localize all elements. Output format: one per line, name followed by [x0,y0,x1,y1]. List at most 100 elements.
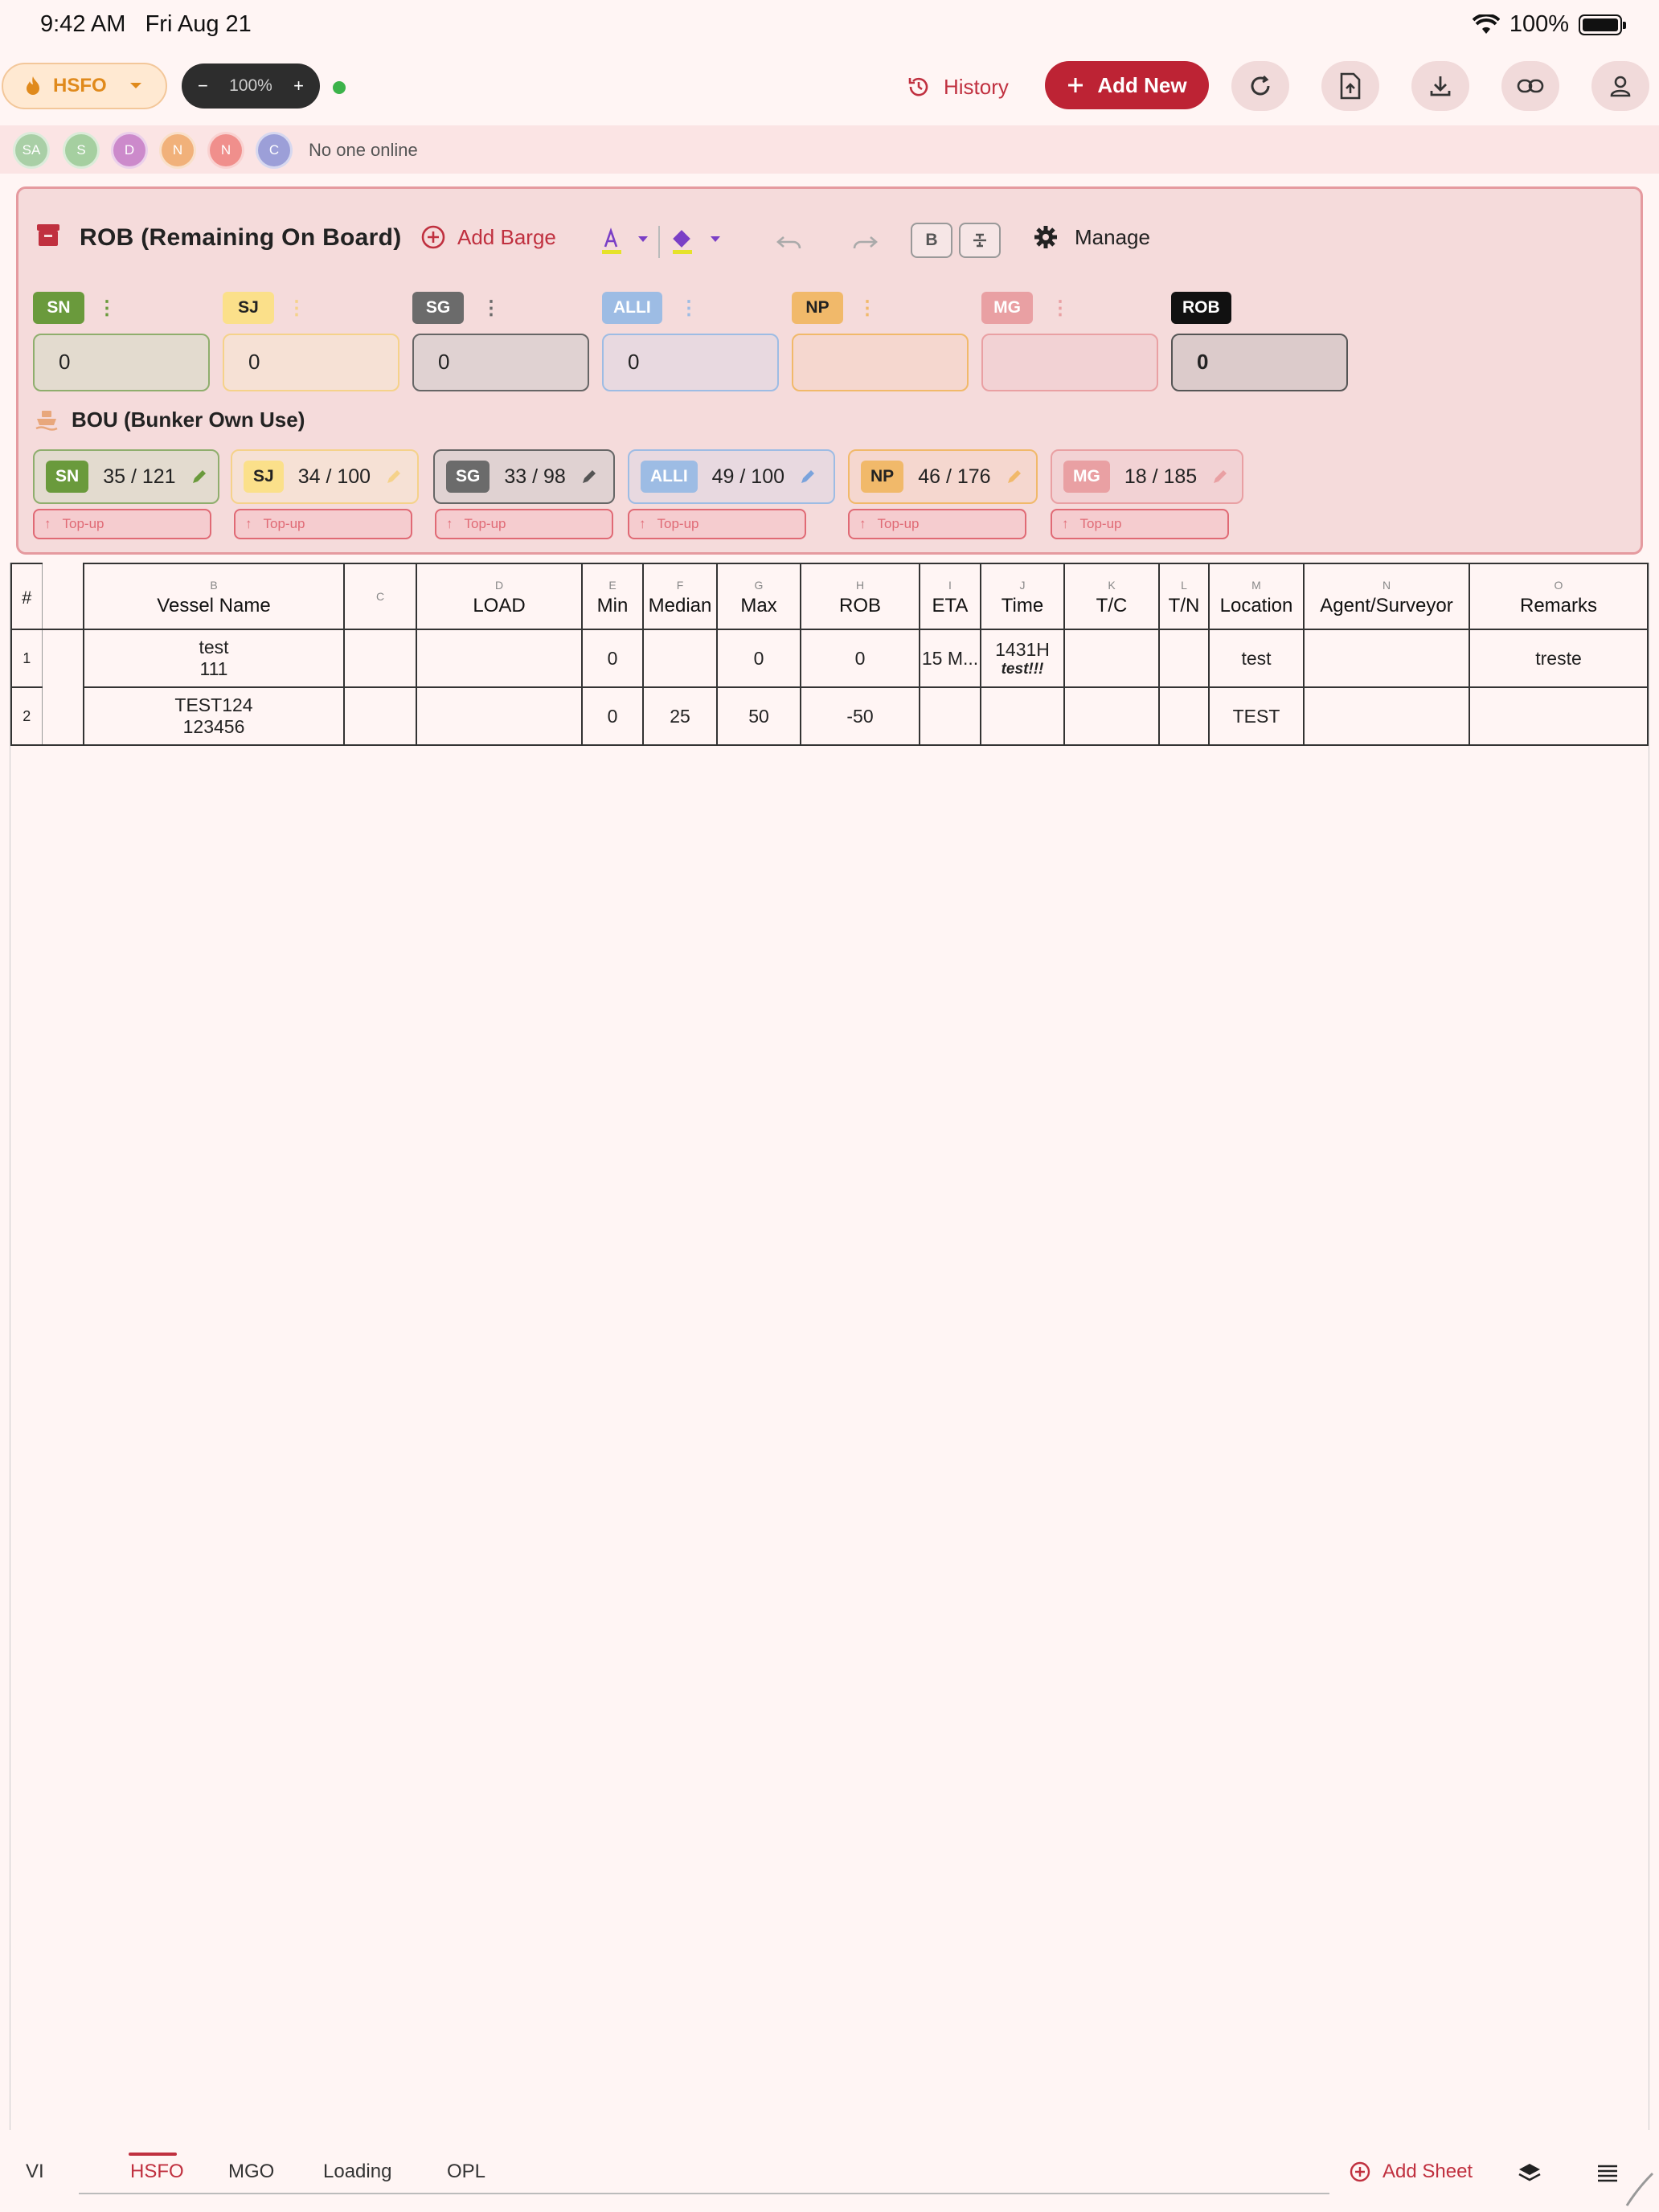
cell-time[interactable]: 1431H test!!! [980,629,1065,688]
add-barge-button[interactable]: Add Barge [420,224,556,250]
column-header-load[interactable]: D LOAD [416,563,583,630]
more-options-icon[interactable]: ⋮ [287,297,306,320]
download-button[interactable] [1411,61,1469,111]
cell-vessel-name[interactable]: test 111 [83,629,345,688]
cell-location[interactable]: test [1208,629,1305,688]
column-header-max[interactable]: G Max [716,563,801,630]
row-number[interactable]: 1 [10,629,43,688]
column-header-median[interactable]: F Median [642,563,718,630]
bou-chip-np[interactable]: NP 46 / 176 [848,449,1038,504]
pencil-icon[interactable] [1211,468,1229,485]
cell-rob[interactable]: 0 [800,629,920,688]
column-header-min[interactable]: E Min [581,563,644,630]
history-button[interactable]: History [907,68,1009,106]
cell-c[interactable] [343,686,417,746]
barge-value-input[interactable]: 0 [602,334,779,391]
column-header-agent[interactable]: N Agent/Surveyor [1303,563,1470,630]
add-sheet-button[interactable]: Add Sheet [1349,2161,1473,2183]
row-number[interactable]: 2 [10,686,43,746]
barge-value-input[interactable] [792,334,969,391]
column-header-tn[interactable]: L T/N [1158,563,1210,630]
column-header-tc[interactable]: K T/C [1063,563,1160,630]
tab-opl[interactable]: OPL [447,2161,485,2183]
more-options-icon[interactable]: ⋮ [481,297,501,320]
topup-button-sj[interactable]: ↑ Top-up [234,509,412,539]
topup-button-sn[interactable]: ↑ Top-up [33,509,211,539]
cell-load[interactable] [416,629,583,688]
topup-button-mg[interactable]: ↑ Top-up [1051,509,1229,539]
barge-value-input[interactable]: 0 [412,334,589,391]
topup-button-alli[interactable]: ↑ Top-up [628,509,806,539]
zoom-out-button[interactable]: − [198,76,208,96]
fuel-type-select[interactable]: HSFO [2,63,167,109]
cell-time[interactable] [980,686,1065,746]
tab-fragment[interactable]: VI [26,2161,44,2183]
column-header-time[interactable]: J Time [980,563,1065,630]
cell-max[interactable]: 0 [716,629,801,688]
topup-button-sg[interactable]: ↑ Top-up [435,509,613,539]
cell-max[interactable]: 50 [716,686,801,746]
more-options-icon[interactable]: ⋮ [1051,297,1070,320]
avatar[interactable]: N [207,132,244,169]
undo-icon[interactable] [776,234,803,252]
zoom-in-button[interactable]: + [293,76,304,96]
share-link-button[interactable] [1501,61,1559,111]
redo-icon[interactable] [851,234,879,252]
avatar[interactable]: D [111,132,148,169]
cell-load[interactable] [416,686,583,746]
bold-button[interactable]: B [911,223,952,258]
manage-button[interactable]: Manage [1033,224,1150,250]
cell-tn[interactable] [1158,629,1210,688]
cell-median[interactable] [642,629,718,688]
barge-value-input[interactable]: 0 [33,334,210,391]
refresh-button[interactable] [1231,61,1289,111]
text-color-button[interactable] [599,227,626,260]
barge-tag[interactable]: SG [412,292,464,324]
cell-min[interactable]: 0 [581,686,644,746]
cell-agent[interactable] [1303,686,1470,746]
cell-tc[interactable] [1063,686,1160,746]
pencil-icon[interactable] [1006,468,1023,485]
cell-min[interactable]: 0 [581,629,644,688]
avatar[interactable]: C [256,132,293,169]
avatar[interactable]: S [63,132,100,169]
column-header-eta[interactable]: I ETA [919,563,981,630]
cell-tn[interactable] [1158,686,1210,746]
layers-icon[interactable] [1518,2162,1542,2185]
tab-mgo[interactable]: MGO [228,2161,274,2183]
barge-tag[interactable]: ALLI [602,292,662,324]
bou-chip-sj[interactable]: SJ 34 / 100 [231,449,419,504]
cell-c[interactable] [343,629,417,688]
more-options-icon[interactable]: ⋮ [679,297,698,320]
cell-agent[interactable] [1303,629,1470,688]
more-options-icon[interactable]: ⋮ [97,297,117,320]
barge-tag[interactable]: MG [981,292,1033,324]
cell-eta[interactable] [919,686,981,746]
topup-button-np[interactable]: ↑ Top-up [848,509,1026,539]
caret-down-icon[interactable] [710,236,721,244]
barge-tag[interactable]: SN [33,292,84,324]
cell-remarks[interactable] [1469,686,1649,746]
cell-location[interactable]: TEST [1208,686,1305,746]
cell-eta[interactable]: 15 M... [919,629,981,688]
bou-chip-sn[interactable]: SN 35 / 121 [33,449,219,504]
bou-chip-alli[interactable]: ALLI 49 / 100 [628,449,835,504]
bou-chip-mg[interactable]: MG 18 / 185 [1051,449,1243,504]
barge-tag[interactable]: SJ [223,292,274,324]
upload-file-button[interactable] [1321,61,1379,111]
menu-icon[interactable] [1596,2164,1619,2183]
cell-tc[interactable] [1063,629,1160,688]
pencil-icon[interactable] [799,468,817,485]
account-button[interactable] [1591,61,1649,111]
strikethrough-button[interactable] [959,223,1001,258]
pencil-icon[interactable] [190,468,208,485]
column-header-rob[interactable]: H ROB [800,563,920,630]
cell-median[interactable]: 25 [642,686,718,746]
tab-hsfo[interactable]: HSFO [130,2161,184,2183]
column-header-location[interactable]: M Location [1208,563,1305,630]
barge-value-input[interactable]: 0 [223,334,399,391]
cell-vessel-name[interactable]: TEST124 123456 [83,686,345,746]
add-new-button[interactable]: Add New [1045,61,1209,109]
pencil-icon[interactable] [580,468,598,485]
column-header-vessel[interactable]: B Vessel Name [83,563,345,630]
